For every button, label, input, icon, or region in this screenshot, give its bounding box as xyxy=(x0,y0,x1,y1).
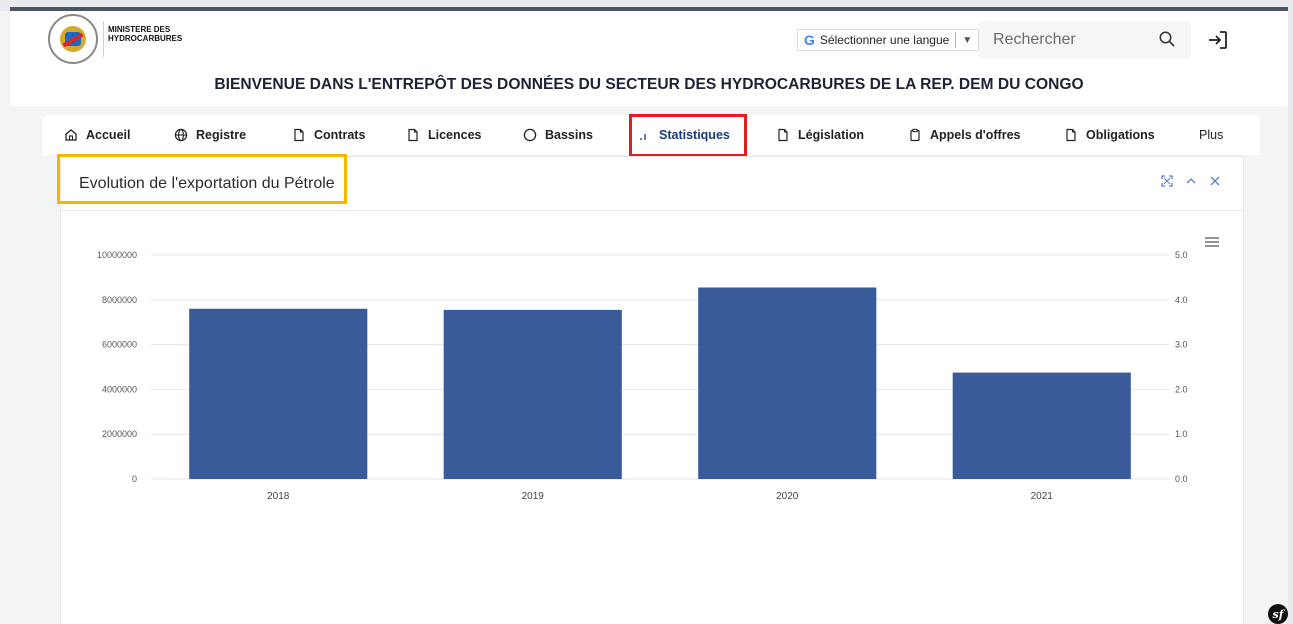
home-icon xyxy=(65,129,77,141)
ministry-line-1: MINISTERE DES xyxy=(108,25,171,34)
ministry-logo[interactable] xyxy=(48,14,98,64)
nav-item-legislation[interactable]: Législation xyxy=(776,115,864,155)
chart-card: Evolution de l'exportation du Pétrole 00… xyxy=(57,154,1245,624)
bar xyxy=(189,308,368,479)
x-tick-label: 2021 xyxy=(1031,491,1054,502)
y2-tick-label: 1.0 xyxy=(1175,429,1188,439)
nav-label: Accueil xyxy=(86,128,131,142)
bar xyxy=(698,287,877,479)
y2-tick-label: 0.0 xyxy=(1175,474,1188,484)
dropdown-arrow-icon: ▼ xyxy=(962,34,973,46)
x-tick-label: 2020 xyxy=(776,491,799,502)
nav-item-contrats[interactable]: Contrats xyxy=(292,115,365,155)
y-tick-label: 0 xyxy=(132,474,137,484)
google-icon: G xyxy=(804,32,815,48)
card-tools xyxy=(1161,175,1221,187)
nav-item-obligations[interactable]: Obligations xyxy=(1064,115,1155,155)
card-header: Evolution de l'exportation du Pétrole xyxy=(57,154,1243,211)
ministry-name: MINISTERE DES HYDROCARBURES xyxy=(108,25,198,43)
document-icon xyxy=(778,128,788,142)
x-tick-label: 2018 xyxy=(267,491,290,502)
nav-label: Obligations xyxy=(1086,128,1155,142)
nav-item-bassins[interactable]: Bassins xyxy=(523,115,593,155)
y-tick-label: 2000000 xyxy=(102,429,137,439)
bar-chart: 0 0.0 2000000 1.0 4000000 2.0 6000000 3.0 800000… xyxy=(97,250,1188,502)
document-icon xyxy=(294,128,304,142)
nav-label: Contrats xyxy=(314,128,366,142)
nav-item-licences[interactable]: Licences xyxy=(406,115,482,155)
circle-icon xyxy=(523,128,537,142)
language-select-label: Sélectionner une langue xyxy=(819,33,950,47)
chart-menu-icon[interactable] xyxy=(1205,237,1219,247)
login-icon[interactable] xyxy=(1206,29,1230,51)
nav-label: Bassins xyxy=(545,128,593,142)
x-tick-label: 2019 xyxy=(522,491,545,502)
search-input[interactable] xyxy=(993,31,1143,49)
expand-icon[interactable] xyxy=(1161,175,1173,187)
nav-item-accueil[interactable]: Accueil xyxy=(64,115,130,155)
nav-label: Appels d'offres xyxy=(930,128,1021,142)
nav-item-appels-offres[interactable]: Appels d'offres xyxy=(908,115,1021,155)
nav-label: Législation xyxy=(798,128,864,142)
bar xyxy=(443,309,622,479)
nav-label: Registre xyxy=(196,128,247,142)
chart-area: 0 0.0 2000000 1.0 4000000 2.0 6000000 3.0 800000… xyxy=(61,217,1245,517)
y2-tick-label: 2.0 xyxy=(1175,384,1188,394)
y-tick-label: 10000000 xyxy=(97,250,137,260)
statistiques-highlight-box xyxy=(629,114,747,157)
y-tick-label: 8000000 xyxy=(102,295,137,305)
globe-icon xyxy=(174,128,188,142)
nav-item-plus[interactable]: Plus xyxy=(1199,115,1223,155)
top-frame-bar xyxy=(0,0,1293,11)
document-icon xyxy=(1066,128,1076,142)
close-icon[interactable] xyxy=(1209,175,1221,187)
nav-item-registre[interactable]: Registre xyxy=(174,115,246,155)
document-icon xyxy=(408,128,418,142)
title-highlight-box xyxy=(57,154,347,204)
y-tick-label: 4000000 xyxy=(102,384,137,394)
y2-tick-label: 4.0 xyxy=(1175,295,1188,305)
site-header: MINISTERE DES HYDROCARBURES G Sélectionn… xyxy=(10,11,1288,106)
y2-tick-label: 5.0 xyxy=(1175,250,1188,260)
scrollbar[interactable] xyxy=(1288,11,1293,624)
y2-tick-label: 3.0 xyxy=(1175,340,1188,350)
y-tick-label: 6000000 xyxy=(102,340,137,350)
ministry-line-2: HYDROCARBURES xyxy=(108,34,183,43)
symfony-toolbar-icon[interactable]: sf xyxy=(1268,604,1288,624)
search-icon[interactable] xyxy=(1159,31,1175,47)
bar xyxy=(952,372,1131,479)
chevron-up-icon[interactable] xyxy=(1185,175,1197,187)
search-box xyxy=(979,21,1191,59)
welcome-banner: BIENVENUE DANS L'ENTREPÔT DES DONNÉES DU… xyxy=(214,76,1084,93)
clipboard-icon xyxy=(910,128,920,142)
language-select[interactable]: G Sélectionner une langue ▼ xyxy=(797,29,980,51)
logo-divider xyxy=(103,21,104,57)
nav-label: Licences xyxy=(428,128,482,142)
nav-label: Plus xyxy=(1199,128,1224,142)
